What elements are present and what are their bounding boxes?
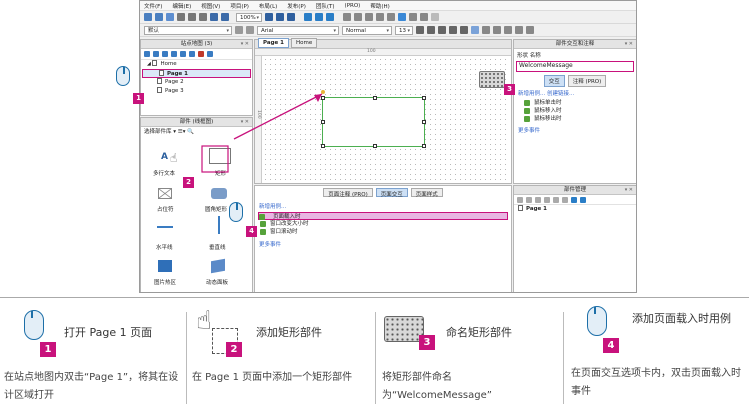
drag-arrow-line <box>233 93 323 140</box>
mouse-icon <box>24 310 44 340</box>
mouse-icon <box>229 202 243 222</box>
step-badge-3: 3 <box>504 84 515 95</box>
step-badge-4: 4 <box>603 338 619 353</box>
step-desc-3: 将矩形部件命名为“WelcomeMessage” <box>382 372 492 401</box>
keyboard-icon <box>479 71 505 88</box>
drop-target-box <box>201 145 229 173</box>
divider <box>375 312 376 404</box>
hand-icon: ☝ <box>170 151 178 165</box>
divider <box>186 312 187 404</box>
step-title-1: 打开 Page 1 页面 <box>64 326 153 339</box>
step-title-2: 添加矩形部件 <box>256 326 322 339</box>
step-title-3: 命名矩形部件 <box>446 326 512 339</box>
keyboard-icon <box>384 316 424 342</box>
divider <box>0 297 749 298</box>
annotation-arrows <box>201 93 323 173</box>
step-badge-2: 2 <box>183 177 194 188</box>
step-desc-4: 在页面交互选项卡内，双击页面载入时事件 <box>571 368 741 397</box>
mouse-icon <box>587 306 607 336</box>
step-badge-2: 2 <box>226 342 242 357</box>
mouse-icon <box>116 66 130 86</box>
step-badge-4: 4 <box>246 226 257 237</box>
step-desc-1: 在站点地图内双击“Page 1”，将其在设计区域打开 <box>4 372 179 401</box>
step-desc-2: 在 Page 1 页面中添加一个矩形部件 <box>192 372 353 383</box>
divider <box>563 312 564 404</box>
step-badge-1: 1 <box>40 342 56 357</box>
hand-icon: ☝ <box>196 306 212 336</box>
step-badge-3: 3 <box>419 335 435 350</box>
step-badge-1: 1 <box>133 93 144 104</box>
step-title-4: 添加页面载入时用例 <box>632 312 731 325</box>
